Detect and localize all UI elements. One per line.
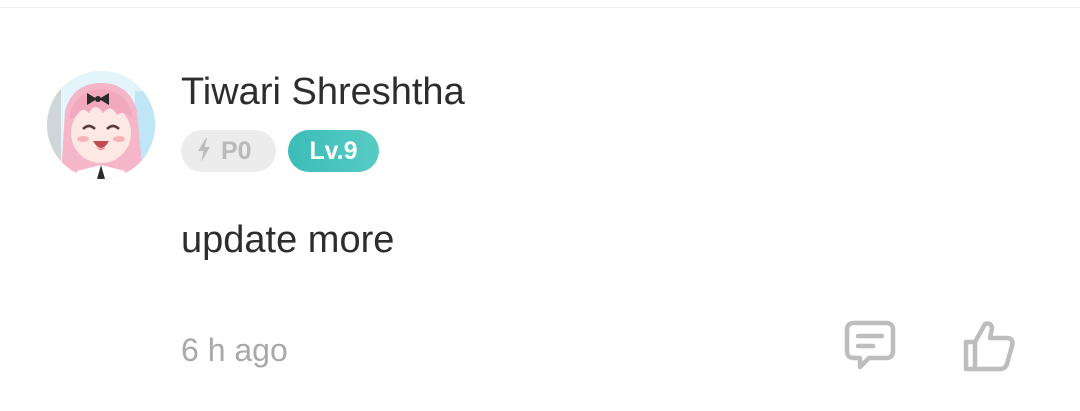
comment-item: Tiwari Shreshtha P0 Lv.9 update more 6 h…	[0, 0, 1080, 411]
username[interactable]: Tiwari Shreshtha	[181, 68, 465, 116]
reply-button[interactable]	[842, 318, 898, 374]
avatar-image	[47, 71, 155, 179]
avatar[interactable]	[47, 71, 155, 179]
timestamp: 6 h ago	[181, 332, 288, 368]
thumbs-up-icon	[963, 321, 1015, 372]
points-label: P0	[221, 137, 252, 165]
comment-text: update more	[181, 219, 395, 261]
lightning-bolt-icon	[198, 138, 210, 162]
points-badge: P0	[181, 130, 276, 172]
level-label: Lv.9	[309, 137, 358, 165]
level-badge: Lv.9	[288, 130, 379, 172]
comment-icon	[844, 320, 896, 370]
like-button[interactable]	[961, 318, 1017, 374]
